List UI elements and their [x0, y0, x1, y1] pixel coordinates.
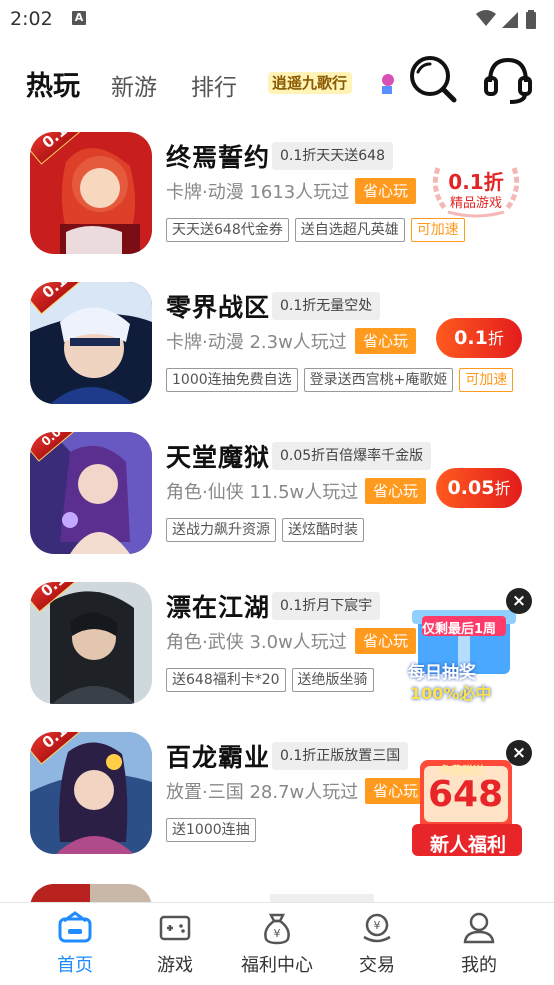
daily-lottery-top: 仅剩最后1周 — [422, 622, 497, 637]
game-tagline: 0.05折百倍爆率千金版 — [272, 442, 432, 470]
status-icons — [474, 8, 542, 34]
svg-text:¥: ¥ — [374, 919, 381, 932]
tab-game-banner[interactable]: 逍遥九歌行 — [268, 68, 352, 98]
search-button[interactable] — [404, 52, 460, 108]
bottom-nav: 首页 游戏 ¥ 福利中心 ¥ 交易 我的 — [0, 902, 554, 985]
game-tag: 送绝版坐骑 — [291, 668, 374, 692]
game-icon[interactable]: 0.1折 — [30, 132, 152, 254]
tab-hot[interactable]: 热玩 — [26, 64, 80, 103]
customer-service-button[interactable] — [480, 52, 536, 108]
game-tag: 送自选超凡英雄 — [294, 218, 405, 242]
close-icon[interactable]: × — [506, 740, 532, 766]
game-meta: 放置·三国 28.7w人玩过 — [166, 782, 359, 803]
discount-unit: 折 — [494, 479, 511, 498]
newbie-value: 648 — [428, 774, 504, 815]
search-icon — [410, 56, 457, 103]
nav-label: 我的 — [461, 955, 497, 976]
daily-lottery-sub: 100%必中 — [410, 684, 492, 703]
top-tab-bar: 热玩 新游 排行 逍遥九歌行 — [0, 52, 554, 114]
game-tags: 送战力飙升资源 送炫酷时装 — [166, 518, 370, 542]
signal-icon — [502, 12, 518, 28]
game-tagline: 0.1折无量空处 — [272, 292, 381, 320]
discount-label: 精品游戏 — [449, 196, 502, 211]
game-icon[interactable]: 0.1 — [30, 582, 152, 704]
game-tag: 送648福利卡*20 — [166, 668, 286, 692]
game-item-partial[interactable] — [0, 878, 554, 902]
game-name[interactable]: 终焉誓约 — [166, 138, 270, 174]
nav-home[interactable]: 首页 — [20, 911, 130, 977]
tab-new[interactable]: 新游 — [111, 68, 157, 102]
game-item[interactable]: 0.05折 天堂魔狱 0.05折百倍爆率千金版 角色·仙侠 11.5w人玩过 省… — [0, 428, 554, 578]
newbie-label: 新人福利 — [430, 834, 507, 856]
game-icon[interactable]: 0.1折 — [30, 732, 152, 854]
nav-label: 福利中心 — [241, 955, 313, 976]
wifi-icon — [476, 10, 496, 26]
game-meta: 角色·仙侠 11.5w人玩过 — [166, 482, 359, 503]
game-name[interactable]: 漂在江湖 — [166, 588, 270, 624]
game-tag: 送战力飙升资源 — [166, 518, 276, 542]
game-name[interactable]: 天堂魔狱 — [166, 438, 270, 474]
tab-game-banner-label: 逍遥九歌行 — [272, 74, 348, 92]
nav-trade[interactable]: ¥ 交易 — [322, 911, 432, 977]
easy-play-badge: 省心玩 — [355, 178, 417, 204]
game-icon[interactable]: 0.05折 — [30, 432, 152, 554]
newbie-gift-promo[interactable]: 免费赠送 648 新人福利 × — [402, 740, 532, 860]
game-tagline-partial — [270, 894, 374, 902]
game-tags: 送1000连抽 — [166, 818, 262, 842]
tab-rank[interactable]: 排行 — [191, 68, 237, 102]
nav-games[interactable]: 游戏 — [120, 911, 230, 977]
game-tagline: 0.1折正版放置三国 — [272, 742, 409, 770]
easy-play-badge: 省心玩 — [355, 328, 417, 354]
game-tag: 送1000连抽 — [166, 818, 256, 842]
game-tag: 1000连抽免费自选 — [166, 368, 298, 392]
notification-icon: A — [72, 11, 86, 25]
nav-label: 游戏 — [157, 955, 193, 976]
game-tags: 送648福利卡*20 送绝版坐骑 — [166, 668, 380, 692]
headset-icon — [484, 57, 532, 104]
game-item[interactable]: 0.1折 终焉誓约 0.1折天天送648 卡牌·动漫 1613人玩过 省心玩 天… — [0, 128, 554, 278]
discount-value: 0.1折 — [448, 170, 504, 194]
discount-laurel-badge[interactable]: 0.1折 精品游戏 — [428, 158, 524, 218]
game-meta: 卡牌·动漫 1613人玩过 — [166, 182, 350, 203]
close-icon[interactable]: × — [506, 588, 532, 614]
game-tags: 天天送648代金券 送自选超凡英雄 可加速 — [166, 218, 471, 242]
nav-profile[interactable]: 我的 — [424, 911, 534, 977]
game-tag: 送炫酷时装 — [282, 518, 364, 542]
game-icon[interactable] — [30, 884, 152, 902]
accelerate-tag: 可加速 — [410, 218, 465, 242]
money-bag-icon: ¥ — [264, 913, 290, 945]
game-tags: 1000连抽免费自选 登录送西宫桃+庵歌姬 可加速 — [166, 368, 519, 392]
accelerate-tag: 可加速 — [459, 368, 514, 392]
discount-value: 0.1 — [454, 327, 488, 349]
tab-game-banner-partial[interactable] — [380, 68, 394, 98]
nav-welfare[interactable]: ¥ 福利中心 — [222, 911, 332, 977]
game-tag: 登录送西宫桃+庵歌姬 — [303, 368, 454, 392]
game-meta: 角色·武侠 3.0w人玩过 — [166, 632, 347, 653]
trade-icon: ¥ — [363, 913, 391, 943]
discount-unit: 折 — [487, 329, 504, 348]
discount-button[interactable]: 0.05折 — [436, 468, 522, 508]
nav-label: 交易 — [359, 955, 395, 976]
game-name[interactable]: 零界战区 — [166, 288, 270, 324]
game-tagline: 0.1折月下宸宇 — [272, 592, 381, 620]
game-item[interactable]: 0.1折 零界战区 0.1折无量空处 卡牌·动漫 2.3w人玩过 省心玩 100… — [0, 278, 554, 428]
discount-button[interactable]: 0.1折 — [436, 318, 522, 358]
status-bar: 2:02 A — [0, 0, 554, 40]
user-icon — [463, 912, 495, 944]
daily-lottery-promo[interactable]: 仅剩最后1周 每日抽奖 100%必中 × — [402, 588, 532, 708]
discount-value: 0.05 — [447, 477, 495, 499]
game-name[interactable]: 百龙霸业 — [166, 738, 270, 774]
game-icon[interactable]: 0.1折 — [30, 282, 152, 404]
game-tagline: 0.1折天天送648 — [272, 142, 393, 170]
game-tag: 天天送648代金券 — [166, 218, 289, 242]
status-time: 2:02 — [10, 8, 53, 30]
easy-play-badge: 省心玩 — [365, 478, 427, 504]
game-meta: 卡牌·动漫 2.3w人玩过 — [166, 332, 347, 353]
gamepad-icon — [159, 915, 191, 941]
battery-icon — [526, 12, 536, 29]
svg-text:¥: ¥ — [274, 927, 281, 940]
home-icon — [58, 911, 92, 943]
nav-label: 首页 — [57, 955, 93, 976]
